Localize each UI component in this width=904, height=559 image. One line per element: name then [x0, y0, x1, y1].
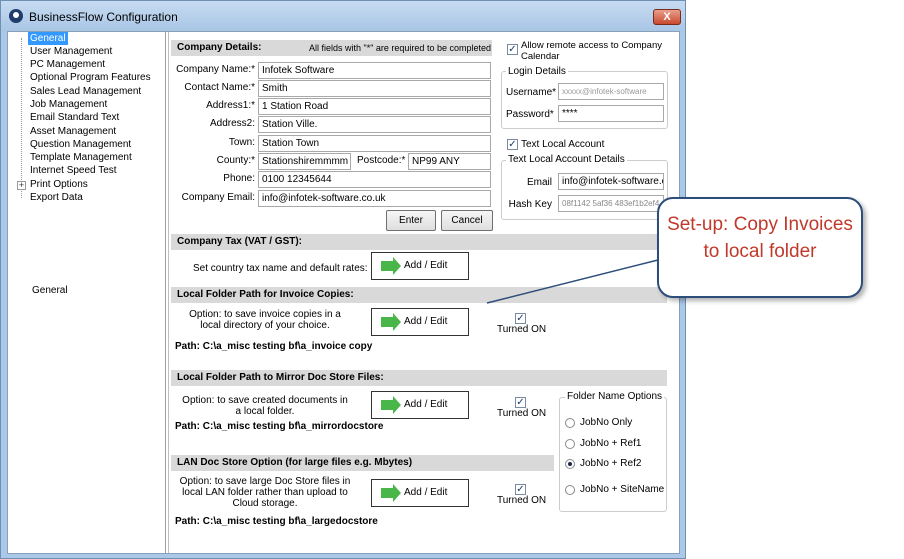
callout-text: Set-up: Copy Invoices to local folder — [667, 214, 853, 262]
callout-box: Set-up: Copy Invoices to local folder — [657, 197, 863, 298]
